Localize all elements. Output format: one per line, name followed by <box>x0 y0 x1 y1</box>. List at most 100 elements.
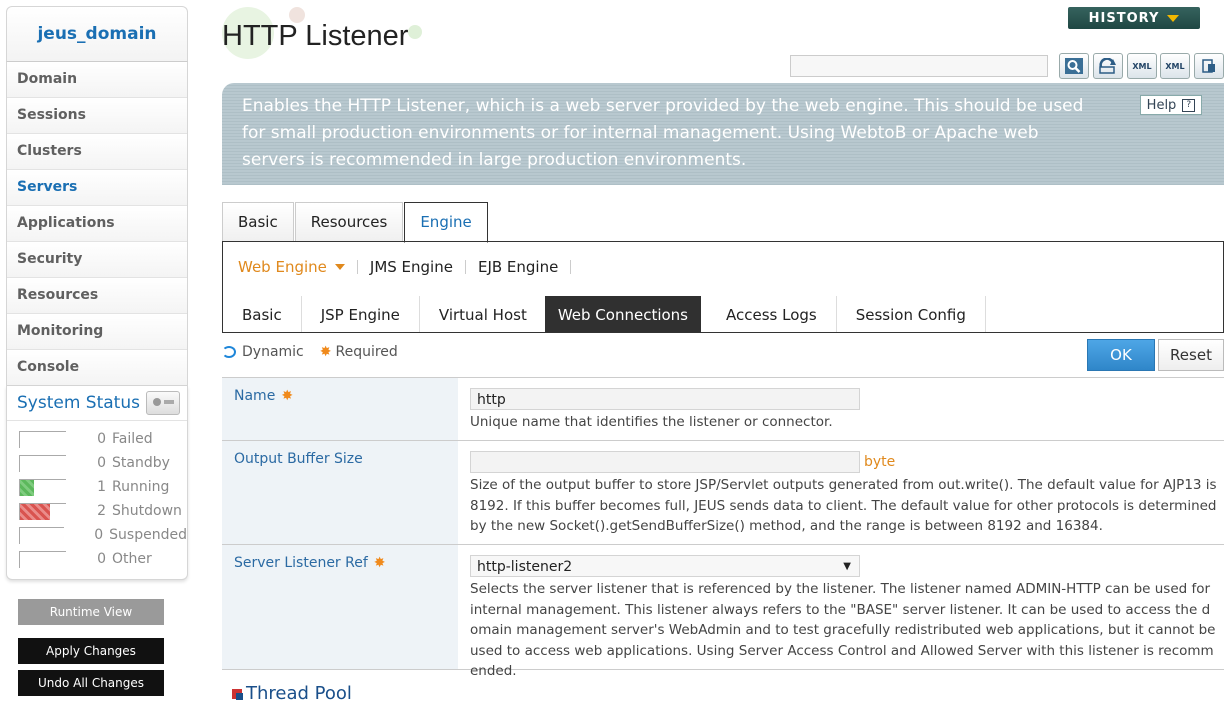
form-row-server-listener-ref: Server Listener Ref ✸ http-listener2 ▼ S… <box>222 545 1224 679</box>
config-icon[interactable] <box>1194 53 1224 79</box>
sidebar-item-servers[interactable]: Servers <box>7 169 187 205</box>
tab-session-config[interactable]: Session Config <box>837 296 986 332</box>
status-row-shutdown[interactable]: 2 Shutdown <box>7 499 187 523</box>
chevron-down-icon <box>1167 14 1180 22</box>
status-bar-standby <box>19 454 66 472</box>
help-button[interactable]: Help ? <box>1140 95 1202 115</box>
field-label: Server Listener Ref ✸ <box>222 545 458 669</box>
status-count: 0 <box>94 527 104 543</box>
status-bar-other <box>19 550 66 568</box>
status-count: 0 <box>97 431 106 447</box>
tab-web-connections[interactable]: Web Connections <box>544 296 701 332</box>
input-group: byte <box>470 451 1218 473</box>
tab-ejb-engine[interactable]: EJB Engine <box>478 258 558 276</box>
tab-resources[interactable]: Resources <box>294 202 404 241</box>
sidebar-item-domain[interactable]: Domain <box>7 62 187 97</box>
description-banner: Enables the HTTP Listener, which is a we… <box>222 83 1224 185</box>
decorative-circle <box>408 25 422 39</box>
required-icon: ✸ <box>373 555 386 571</box>
required-icon: ✸ <box>319 344 332 360</box>
unit-label: byte <box>864 454 896 470</box>
tab-engine[interactable]: Engine <box>404 202 488 243</box>
status-bar-suspended <box>19 526 64 544</box>
legend-required: Required <box>335 344 398 360</box>
server-listener-select[interactable]: http-listener2 ▼ <box>470 555 860 577</box>
thread-pool-title: Thread Pool <box>246 683 352 704</box>
status-row-standby[interactable]: 0 Standby <box>7 451 187 475</box>
sidebar-item-resources[interactable]: Resources <box>7 277 187 313</box>
search-icon[interactable] <box>1059 53 1089 79</box>
domain-name[interactable]: jeus_domain <box>6 6 188 61</box>
name-field[interactable]: http <box>470 388 860 410</box>
sidebar-item-clusters[interactable]: Clusters <box>7 133 187 169</box>
help-label: Help <box>1146 97 1177 113</box>
system-status-title: System Status <box>7 386 187 421</box>
status-bar-running <box>19 478 66 496</box>
caret-down-icon <box>334 264 345 270</box>
sidebar-item-sessions[interactable]: Sessions <box>7 97 187 133</box>
tab-jms-engine[interactable]: JMS Engine <box>370 258 453 276</box>
apply-changes-button[interactable]: Apply Changes <box>18 638 164 664</box>
required-icon: ✸ <box>281 388 294 404</box>
ok-button[interactable]: OK <box>1087 339 1155 371</box>
output-buffer-label: Output Buffer Size <box>234 451 363 467</box>
field-help: Size of the output buffer to store JSP/S… <box>470 477 1217 534</box>
refresh-icon[interactable] <box>1093 53 1123 79</box>
field-value: http-listener2 ▼ Selects the server list… <box>458 545 1224 679</box>
xml-import-icon[interactable]: XML <box>1160 53 1190 79</box>
status-row-failed[interactable]: 0 Failed <box>7 427 187 451</box>
status-label: Standby <box>112 455 170 471</box>
section-icon <box>232 688 243 700</box>
field-label: Output Buffer Size <box>222 441 458 544</box>
thread-pool-section[interactable]: Thread Pool <box>232 683 352 704</box>
tab-web-engine[interactable]: Web Engine <box>238 258 345 276</box>
divider <box>356 260 358 274</box>
status-row-other[interactable]: 0 Other <box>7 547 187 571</box>
search-input[interactable] <box>790 55 1048 77</box>
divider <box>570 260 572 274</box>
sidebar-item-console[interactable]: Console <box>7 349 187 385</box>
runtime-view-button[interactable]: Runtime View <box>18 599 164 625</box>
server-listener-ref-label: Server Listener Ref <box>234 555 368 571</box>
engine-subtabs: Web Engine JMS Engine EJB Engine <box>238 258 583 276</box>
status-bar-failed <box>19 430 66 448</box>
status-count: 0 <box>97 455 106 471</box>
system-status-label: System Status <box>17 393 140 413</box>
tab-jsp-engine[interactable]: JSP Engine <box>302 296 420 332</box>
legend-dynamic: Dynamic <box>242 344 304 360</box>
page-title: HTTP Listener <box>222 20 409 52</box>
undo-all-changes-button[interactable]: Undo All Changes <box>18 670 164 696</box>
reset-button[interactable]: Reset <box>1158 339 1224 371</box>
history-label: HISTORY <box>1088 10 1160 26</box>
field-help: Unique name that identifies the listener… <box>470 414 833 430</box>
name-label: Name <box>234 388 276 404</box>
status-row-suspended[interactable]: 0 Suspended <box>7 523 187 547</box>
tab-web-engine-label: Web Engine <box>238 258 327 276</box>
sidebar-item-applications[interactable]: Applications <box>7 205 187 241</box>
sidebar-item-security[interactable]: Security <box>7 241 187 277</box>
status-row-running[interactable]: 1 Running <box>7 475 187 499</box>
dynamic-icon <box>222 346 236 358</box>
status-label: Running <box>112 479 170 495</box>
status-label: Shutdown <box>112 503 182 519</box>
output-buffer-size-field[interactable] <box>470 451 860 473</box>
field-label: Name ✸ <box>222 378 458 440</box>
question-icon: ? <box>1182 98 1196 112</box>
tab-basic[interactable]: Basic <box>222 202 294 241</box>
status-label: Failed <box>112 431 153 447</box>
system-status-toggle-icon[interactable] <box>145 391 180 415</box>
status-count: 2 <box>97 503 106 519</box>
tab-access-logs[interactable]: Access Logs <box>707 296 837 332</box>
tab-web-basic[interactable]: Basic <box>223 296 302 332</box>
status-list: 0 Failed 0 Standby 1 Running 2 Shutdown … <box>7 421 187 571</box>
description-text: Enables the HTTP Listener, which is a we… <box>242 96 1084 170</box>
main-tabs: Basic Resources Engine <box>222 202 489 243</box>
history-button[interactable]: HISTORY <box>1068 7 1200 29</box>
status-count: 0 <box>97 551 106 567</box>
tab-virtual-host[interactable]: Virtual Host <box>420 296 547 332</box>
field-value: http Unique name that identifies the lis… <box>458 378 1224 440</box>
xml-export-icon[interactable]: XML <box>1127 53 1157 79</box>
status-label: Suspended <box>109 527 187 543</box>
sidebar-item-monitoring[interactable]: Monitoring <box>7 313 187 349</box>
status-label: Other <box>112 551 152 567</box>
